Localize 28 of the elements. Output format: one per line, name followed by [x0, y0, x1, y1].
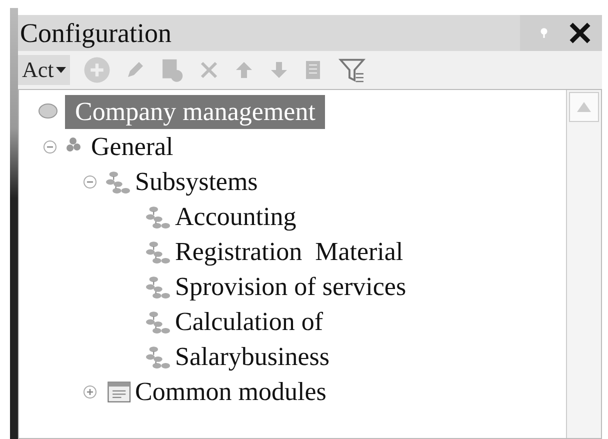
caret-icon: [56, 66, 66, 74]
tree-item[interactable]: Common modules: [135, 374, 326, 408]
filter-icon: [338, 56, 366, 84]
tree-item[interactable]: Calculation of: [175, 304, 324, 338]
hierarchy-icon: [145, 274, 171, 298]
hierarchy-icon: [145, 310, 171, 334]
tree-item[interactable]: Salarybusiness: [175, 340, 330, 374]
module-icon: [105, 380, 131, 404]
close-icon[interactable]: [568, 21, 592, 45]
collapse-icon[interactable]: [83, 174, 97, 188]
tree-item[interactable]: General: [91, 130, 174, 164]
actions-menu[interactable]: Act: [18, 55, 70, 85]
hierarchy-icon: [105, 170, 131, 194]
arrow-up-icon: [577, 102, 591, 112]
tree-item[interactable]: Registration Material: [175, 234, 404, 268]
splitter-bar[interactable]: [10, 8, 18, 439]
tree-item[interactable]: Accounting: [175, 200, 296, 234]
hierarchy-icon: [145, 204, 171, 228]
panel-title: Configuration: [19, 18, 172, 48]
tree-item[interactable]: Sprovision of services: [175, 270, 406, 304]
tree-item[interactable]: Subsystems: [135, 164, 258, 198]
collapse-icon[interactable]: [43, 140, 57, 154]
add-icon: [82, 56, 111, 84]
hierarchy-icon: [145, 344, 171, 368]
scrollbar[interactable]: [566, 90, 601, 438]
tree-item[interactable]: Company management: [65, 94, 326, 128]
expand-icon[interactable]: [83, 384, 97, 398]
hierarchy-icon: [145, 240, 171, 264]
